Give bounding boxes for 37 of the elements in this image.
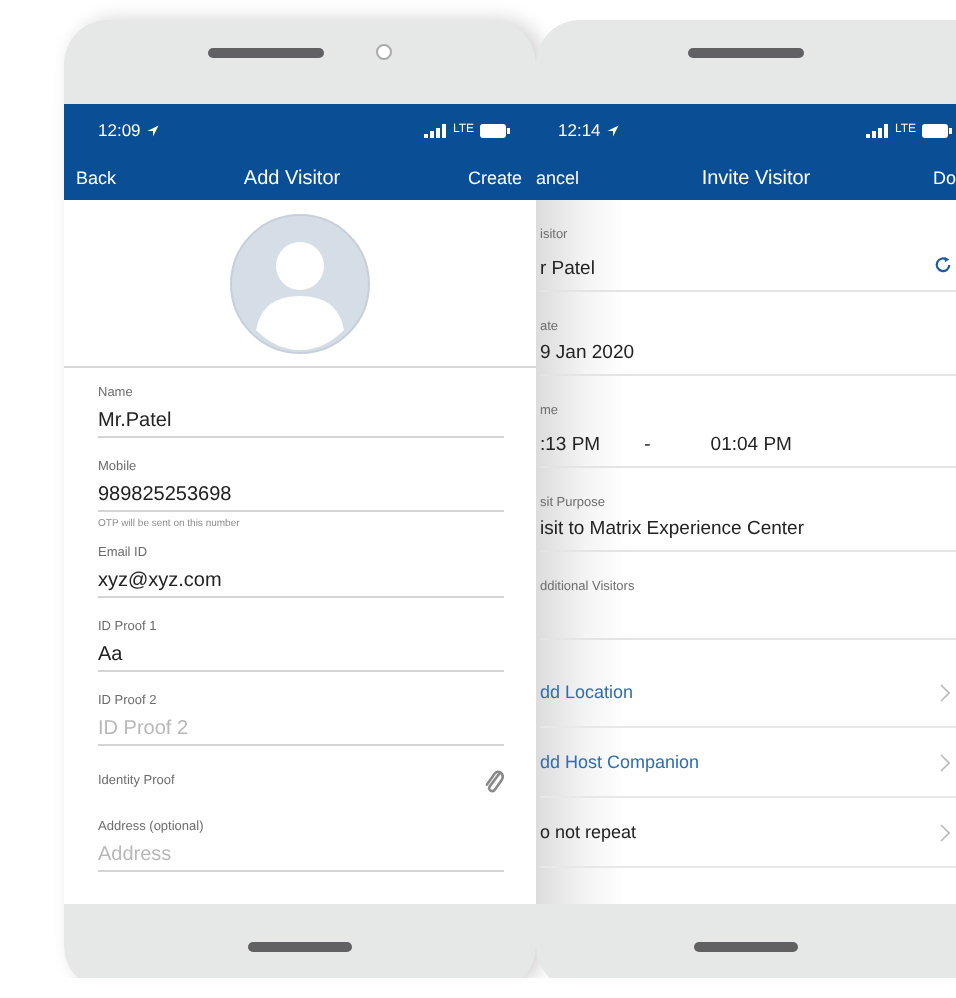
end-time[interactable]: 01:04 PM	[710, 434, 792, 456]
start-time[interactable]: :13 PM	[540, 434, 601, 456]
paperclip-icon[interactable]	[484, 768, 504, 794]
signal-icon	[424, 123, 447, 137]
clock-time: 12:09	[98, 120, 141, 140]
battery-icon	[922, 123, 952, 137]
field-value[interactable]: 989825253698	[98, 474, 504, 512]
screen-title: Invite Visitor	[701, 167, 811, 189]
field-value[interactable]: Aa	[98, 634, 504, 672]
time-separator: -	[644, 434, 651, 456]
speaker-grille	[688, 47, 804, 57]
signal-icon	[866, 123, 889, 137]
location-arrow-icon	[606, 123, 621, 137]
location-arrow-icon	[146, 123, 161, 137]
clock-time: 12:14	[558, 120, 601, 140]
refresh-icon[interactable]	[934, 256, 952, 274]
field-value[interactable]: 9 Jan 2020	[540, 342, 956, 364]
speaker-grille	[208, 47, 324, 57]
chevron-right-icon	[940, 753, 950, 771]
camera-icon	[376, 44, 392, 60]
screen-title: Add Visitor	[243, 167, 341, 189]
field-value[interactable]: isit to Matrix Experience Center	[540, 518, 956, 540]
home-indicator	[248, 942, 352, 952]
cancel-button[interactable]: ancel	[536, 168, 580, 188]
chevron-right-icon	[940, 823, 950, 841]
option-link[interactable]: dd Location	[540, 682, 634, 702]
back-button[interactable]: Back	[76, 168, 117, 188]
battery-icon	[480, 123, 510, 137]
field-value[interactable]: xyz@xyz.com	[98, 560, 504, 598]
home-indicator	[694, 942, 798, 952]
done-button[interactable]: Do	[932, 168, 956, 188]
create-button[interactable]: Create	[467, 168, 522, 188]
option-label[interactable]: o not repeat	[540, 822, 637, 842]
chevron-right-icon	[940, 683, 950, 701]
field-value[interactable]: Mr.Patel	[98, 400, 504, 438]
option-link[interactable]: dd Host Companion	[540, 752, 700, 772]
field-value[interactable]: r Patel	[540, 258, 595, 280]
